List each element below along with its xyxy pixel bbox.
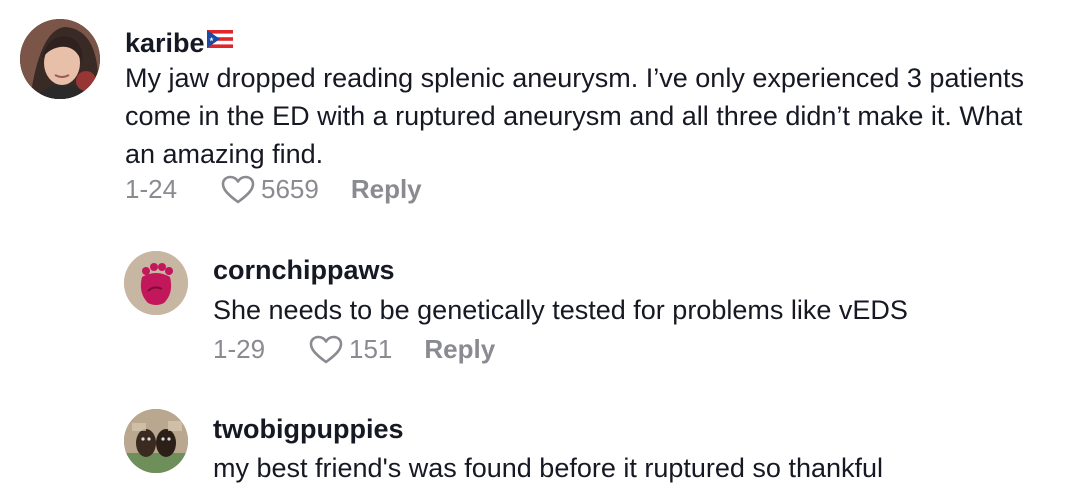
like-count: 151: [349, 334, 393, 364]
comment-text: My jaw dropped reading splenic aneurysm.…: [125, 63, 1025, 169]
avatar-image: [124, 251, 188, 315]
avatar[interactable]: [124, 251, 188, 315]
heart-icon: [221, 175, 255, 203]
comment-date: 1-24: [125, 174, 178, 204]
comment-meta: 1-24 5659 Reply: [125, 174, 422, 205]
username[interactable]: twobigpuppies: [213, 413, 403, 445]
comment-meta: 1-29 151 Reply: [213, 334, 495, 365]
avatar-image: [20, 19, 100, 99]
reply-button[interactable]: Reply: [351, 174, 422, 205]
avatar[interactable]: [20, 19, 100, 99]
like-count: 5659: [261, 174, 319, 204]
comment-text: my best friend's was found before it rup…: [213, 453, 884, 483]
heart-icon: [309, 335, 343, 363]
username[interactable]: cornchippaws: [213, 254, 395, 286]
like-button[interactable]: 5659: [221, 174, 319, 205]
reply-button[interactable]: Reply: [424, 334, 495, 365]
like-button[interactable]: 151: [309, 334, 392, 365]
comment-item: karibe My jaw dropped reading splenic an…: [0, 0, 1070, 230]
username-text[interactable]: karibe: [125, 28, 205, 58]
puerto-rico-flag-icon: [206, 23, 233, 55]
avatar-image: [124, 409, 188, 473]
comment-item: cornchippaws She needs to be genetically…: [0, 240, 1070, 380]
comment-date: 1-29: [213, 334, 266, 364]
avatar[interactable]: [124, 409, 188, 473]
username[interactable]: karibe: [125, 23, 233, 59]
comment-item: twobigpuppies my best friend's was found…: [0, 400, 1070, 494]
comment-text: She needs to be genetically tested for p…: [213, 295, 908, 325]
